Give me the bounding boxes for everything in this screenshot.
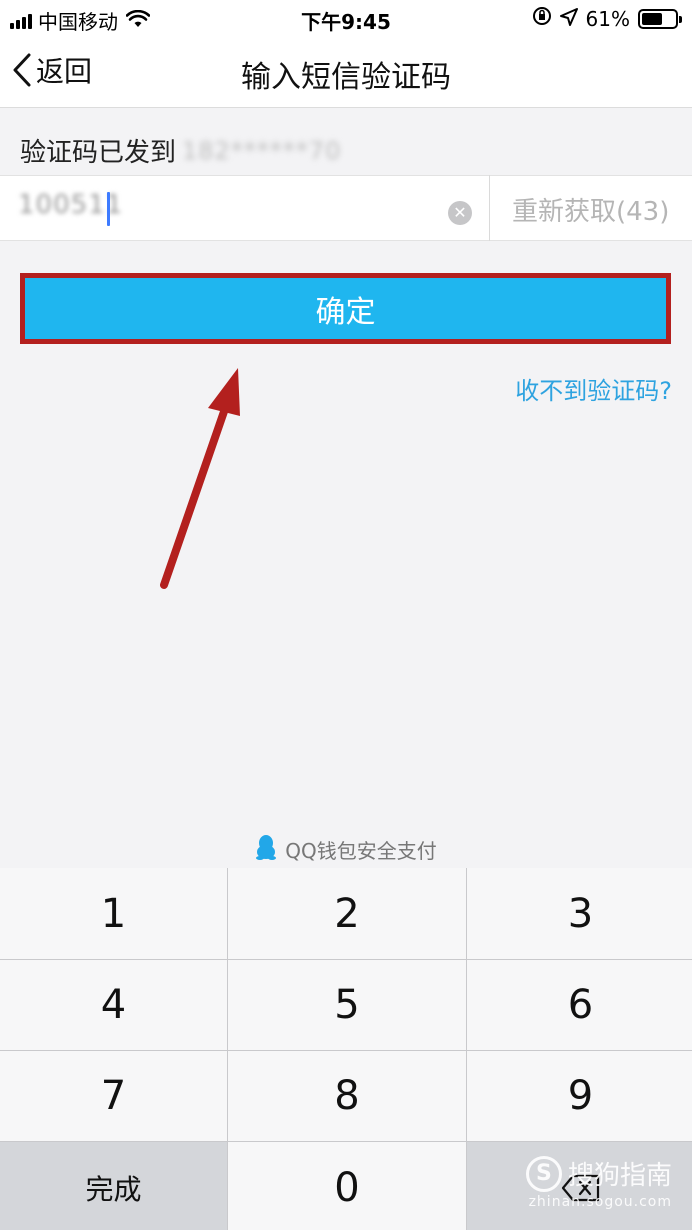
divider [489, 175, 490, 241]
key-4[interactable]: 4 [0, 960, 227, 1050]
key-2[interactable]: 2 [228, 868, 466, 959]
key-9[interactable]: 9 [467, 1051, 692, 1141]
clear-icon[interactable]: ✕ [448, 201, 472, 225]
key-6[interactable]: 6 [467, 960, 692, 1050]
confirm-label: 确定 [315, 294, 376, 330]
rotation-lock-icon [532, 6, 552, 31]
key-0[interactable]: 0 [228, 1142, 466, 1230]
key-1[interactable]: 1 [0, 868, 227, 959]
location-icon [559, 7, 578, 31]
back-label: 返回 [36, 55, 93, 88]
sent-label: 验证码已发到 [20, 138, 177, 168]
key-3[interactable]: 3 [467, 868, 692, 959]
nav-bar: 返回 输入短信验证码 [0, 36, 692, 108]
secure-payment-note: QQ钱包安全支付 [0, 834, 692, 865]
sent-info: 验证码已发到 182******70 [20, 132, 341, 169]
key-8[interactable]: 8 [228, 1051, 466, 1141]
delete-key[interactable] [467, 1142, 692, 1230]
numeric-keypad: 1 2 3 4 5 6 7 8 9 完成 0 [0, 868, 692, 1230]
chevron-left-icon [13, 53, 31, 87]
status-right: 61% [532, 6, 682, 31]
key-7[interactable]: 7 [0, 1051, 227, 1141]
annotation-arrow [160, 368, 240, 589]
masked-phone: 182******70 [182, 136, 342, 165]
status-bar: 中国移动 下午9:45 61% [0, 0, 692, 36]
back-button[interactable]: 返回 [12, 50, 92, 90]
secure-text: QQ钱包安全支付 [285, 839, 437, 863]
battery-icon [638, 8, 682, 29]
qq-penguin-icon [255, 834, 277, 865]
page-title: 输入短信验证码 [241, 60, 451, 95]
resend-button[interactable]: 重新获取(43) [512, 191, 669, 228]
backspace-icon [561, 1174, 599, 1201]
no-code-link[interactable]: 收不到验证码? [515, 371, 672, 406]
key-5[interactable]: 5 [228, 960, 466, 1050]
done-key[interactable]: 完成 [0, 1142, 227, 1230]
text-caret [107, 192, 110, 226]
battery-percent: 61% [585, 6, 630, 31]
confirm-button[interactable]: 确定 [20, 273, 671, 344]
